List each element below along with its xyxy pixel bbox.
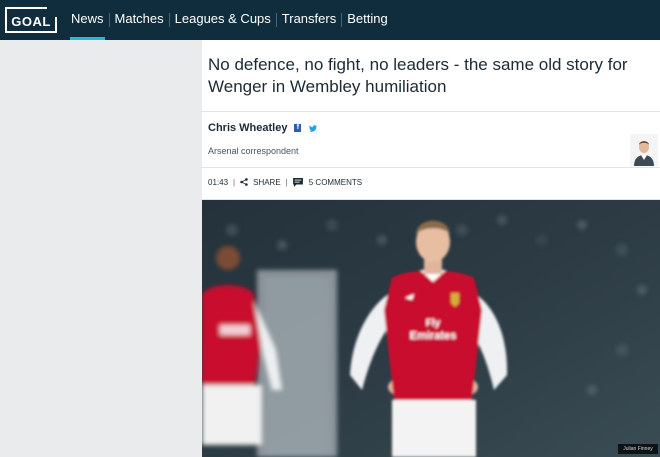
share-icon[interactable] <box>240 178 248 186</box>
avatar-portrait <box>630 134 658 166</box>
video-duration: 01:43 <box>208 177 229 187</box>
nav-item-matches[interactable]: Matches <box>110 0 169 40</box>
hero-photo: Fly Emirates <box>202 200 660 457</box>
comment-icon[interactable] <box>292 177 303 187</box>
logo-text: GOAL <box>11 14 51 29</box>
facebook-icon[interactable]: f <box>294 124 302 132</box>
divider <box>202 111 660 112</box>
nav-item-leagues-cups[interactable]: Leagues & Cups <box>170 0 276 40</box>
meta-separator: | <box>285 177 288 187</box>
author-name[interactable]: Chris Wheatley <box>208 122 287 134</box>
twitter-icon[interactable] <box>309 124 318 132</box>
article-headline: No defence, no fight, no leaders - the s… <box>208 55 628 96</box>
nav-item-betting[interactable]: Betting <box>342 0 392 40</box>
goal-logo[interactable]: GOAL <box>5 7 57 33</box>
nav-item-transfers[interactable]: Transfers <box>277 0 341 40</box>
comments-link[interactable]: 5 COMMENTS <box>309 178 362 187</box>
meta-separator: | <box>233 177 236 187</box>
article-meta: 01:43 | SHARE | 5 COMMENTS <box>208 176 362 188</box>
main-nav: News Matches Leagues & Cups Transfers Be… <box>66 0 393 40</box>
share-link[interactable]: SHARE <box>253 178 281 187</box>
photo-credit: Julian Finney <box>618 444 658 454</box>
svg-text:Emirates: Emirates <box>410 330 456 342</box>
article-card: No defence, no fight, no leaders - the s… <box>202 40 660 457</box>
author-role: Arsenal correspondent <box>208 146 299 156</box>
article-hero-image[interactable]: Fly Emirates Julian Finney <box>202 200 660 457</box>
divider <box>202 167 660 168</box>
author-avatar[interactable] <box>630 134 658 166</box>
author-row: Chris Wheatley f <box>208 122 318 134</box>
top-navigation-bar: GOAL News Matches Leagues & Cups Transfe… <box>0 0 660 40</box>
svg-text:Fly: Fly <box>426 318 441 329</box>
nav-item-news[interactable]: News <box>66 0 109 40</box>
